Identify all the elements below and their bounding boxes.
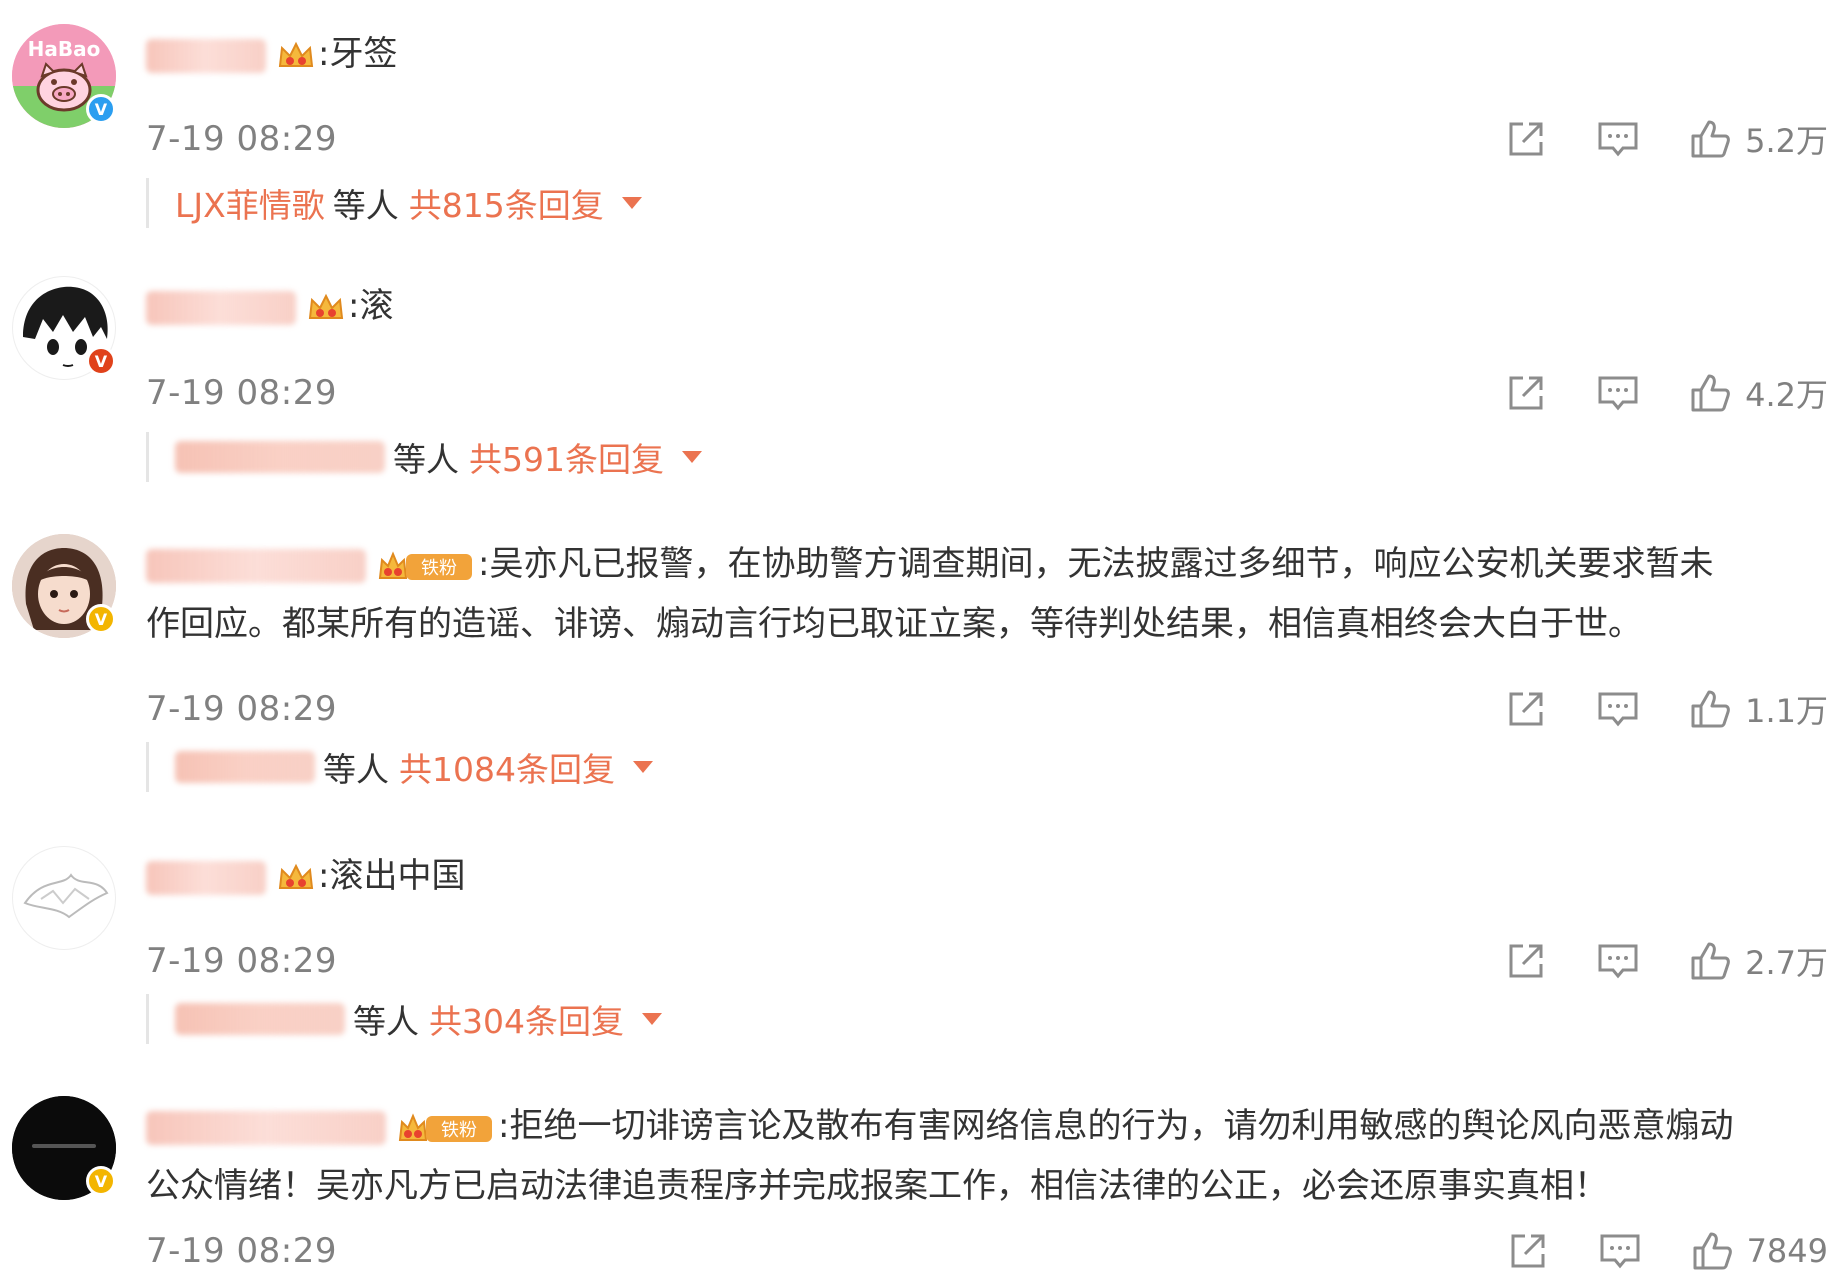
comment-button[interactable] <box>1597 1228 1643 1274</box>
reply-count[interactable]: 共591条回复 <box>469 433 664 481</box>
reply-username[interactable]: LJX菲情歌 <box>175 179 325 227</box>
share-button[interactable] <box>1505 1228 1551 1274</box>
verified-badge: V <box>86 94 116 124</box>
thumbs-up-icon <box>1691 690 1730 728</box>
share-icon <box>1509 122 1543 156</box>
username-blurred[interactable] <box>146 860 266 895</box>
reply-summary[interactable]: 等人 共591条回复 <box>146 432 702 482</box>
comment-icon <box>1598 122 1638 157</box>
comment-time: 7-19 08:29 <box>146 1231 337 1271</box>
username-blurred[interactable] <box>146 1110 386 1145</box>
comment-meta: 7-19 08:29 5.2万 <box>146 114 1828 164</box>
comment-text: 铁粉:吴亦凡已报警，在协助警方调查期间，无法披露过多细节，响应公安机关要求暂未 <box>146 534 1828 594</box>
thumbs-up-icon <box>1691 374 1730 412</box>
reply-summary[interactable]: LJX菲情歌 等人 共815条回复 <box>146 178 642 228</box>
svg-text:HaBao: HaBao <box>28 37 101 61</box>
comment-button[interactable] <box>1595 938 1641 984</box>
reply-others-label: 等人 <box>353 1002 419 1041</box>
like-button[interactable]: 4.2万 <box>1687 370 1828 416</box>
comment-button[interactable] <box>1595 686 1641 732</box>
share-button[interactable] <box>1503 116 1549 162</box>
comment-icon <box>1598 692 1638 727</box>
crown-icon <box>278 41 314 67</box>
verified-badge: V <box>86 1166 116 1196</box>
reply-count[interactable]: 共1084条回复 <box>399 743 615 791</box>
chevron-down-icon[interactable] <box>642 1013 662 1025</box>
comment-meta: 7-19 08:29 7849 <box>146 1226 1828 1276</box>
reply-others-label: 等人 <box>332 186 399 225</box>
comment-text-continued: 公众情绪！吴亦凡方已启动法律追责程序并完成报案工作，相信法律的公正，必会还原事实… <box>146 1166 1608 1206</box>
svg-text:铁粉: 铁粉 <box>421 558 457 579</box>
share-icon <box>1509 376 1543 410</box>
crown-icon <box>308 293 344 319</box>
comment-meta: 7-19 08:29 1.1万 <box>146 684 1828 734</box>
reply-count[interactable]: 共815条回复 <box>409 179 604 227</box>
like-count: 7849 <box>1746 1232 1828 1270</box>
share-icon <box>1509 692 1543 726</box>
chevron-down-icon[interactable] <box>632 761 653 773</box>
share-icon <box>1511 1234 1545 1268</box>
avatar[interactable]: V <box>12 1096 116 1200</box>
comment-time: 7-19 08:29 <box>146 119 337 159</box>
comment-time: 7-19 08:29 <box>146 941 337 981</box>
chevron-down-icon[interactable] <box>621 197 642 209</box>
comment-icon <box>1598 376 1638 411</box>
reply-username-blurred[interactable] <box>175 441 385 473</box>
comment-meta: 7-19 08:29 2.7万 <box>146 936 1828 986</box>
comment-meta: 7-19 08:29 4.2万 <box>146 368 1828 418</box>
share-button[interactable] <box>1503 938 1549 984</box>
like-button[interactable]: 2.7万 <box>1687 938 1828 984</box>
comment-time: 7-19 08:29 <box>146 689 337 729</box>
reply-count[interactable]: 共304条回复 <box>429 995 624 1043</box>
comment-feed: HaBao V :牙签 7-19 08:29 5.2万 LJX菲情歌 等人 共8… <box>0 0 1848 1280</box>
avatar[interactable]: V <box>12 276 116 380</box>
like-count: 1.1万 <box>1745 692 1828 730</box>
comment-text: :牙签 <box>146 24 1828 84</box>
comment-text: :滚出中国 <box>146 846 1828 906</box>
reply-others-label: 等人 <box>393 440 459 479</box>
username-blurred[interactable] <box>146 548 366 583</box>
sketch-avatar-icon <box>23 873 109 919</box>
chevron-down-icon[interactable] <box>682 451 702 463</box>
comment-text-continued: 作回应。都某所有的造谣、诽谤、煽动言行均已取证立案，等待判处结果，相信真相终会大… <box>146 604 1642 644</box>
like-button[interactable]: 1.1万 <box>1687 686 1828 732</box>
tiefen-badge-icon: 铁粉 <box>398 1112 492 1142</box>
comment-text: :滚 <box>146 276 1828 336</box>
reply-others-label: 等人 <box>323 750 389 789</box>
comment-time: 7-19 08:29 <box>146 373 337 413</box>
comment-button[interactable] <box>1595 116 1641 162</box>
avatar[interactable]: HaBao V <box>12 24 116 128</box>
like-count: 4.2万 <box>1745 376 1828 414</box>
share-icon <box>1509 944 1543 978</box>
reply-summary[interactable]: 等人 共1084条回复 <box>146 742 653 792</box>
username-blurred[interactable] <box>146 290 296 325</box>
like-count: 2.7万 <box>1745 944 1828 982</box>
reply-summary[interactable]: 等人 共304条回复 <box>146 994 662 1044</box>
thumbs-up-icon <box>1691 942 1730 980</box>
comment-icon <box>1598 944 1638 979</box>
like-count: 5.2万 <box>1745 122 1828 160</box>
avatar[interactable] <box>12 846 116 950</box>
reply-username-blurred[interactable] <box>175 751 315 783</box>
thumbs-up-icon <box>1691 120 1730 158</box>
like-button[interactable]: 5.2万 <box>1687 116 1828 162</box>
verified-badge: V <box>86 604 116 634</box>
comment-icon <box>1600 1234 1640 1269</box>
reply-username-blurred[interactable] <box>175 1003 345 1035</box>
comment-button[interactable] <box>1595 370 1641 416</box>
thumbs-up-icon <box>1693 1232 1732 1270</box>
username-blurred[interactable] <box>146 38 266 73</box>
share-button[interactable] <box>1503 370 1549 416</box>
avatar[interactable]: V <box>12 534 116 638</box>
crown-icon <box>278 863 314 889</box>
share-button[interactable] <box>1503 686 1549 732</box>
tiefen-badge-icon: 铁粉 <box>378 550 472 580</box>
svg-text:铁粉: 铁粉 <box>441 1120 477 1141</box>
comment-text: 铁粉:拒绝一切诽谤言论及散布有害网络信息的行为，请勿利用敏感的舆论风向恶意煽动 <box>146 1096 1828 1156</box>
verified-badge: V <box>86 346 116 376</box>
like-button[interactable]: 7849 <box>1689 1228 1828 1274</box>
